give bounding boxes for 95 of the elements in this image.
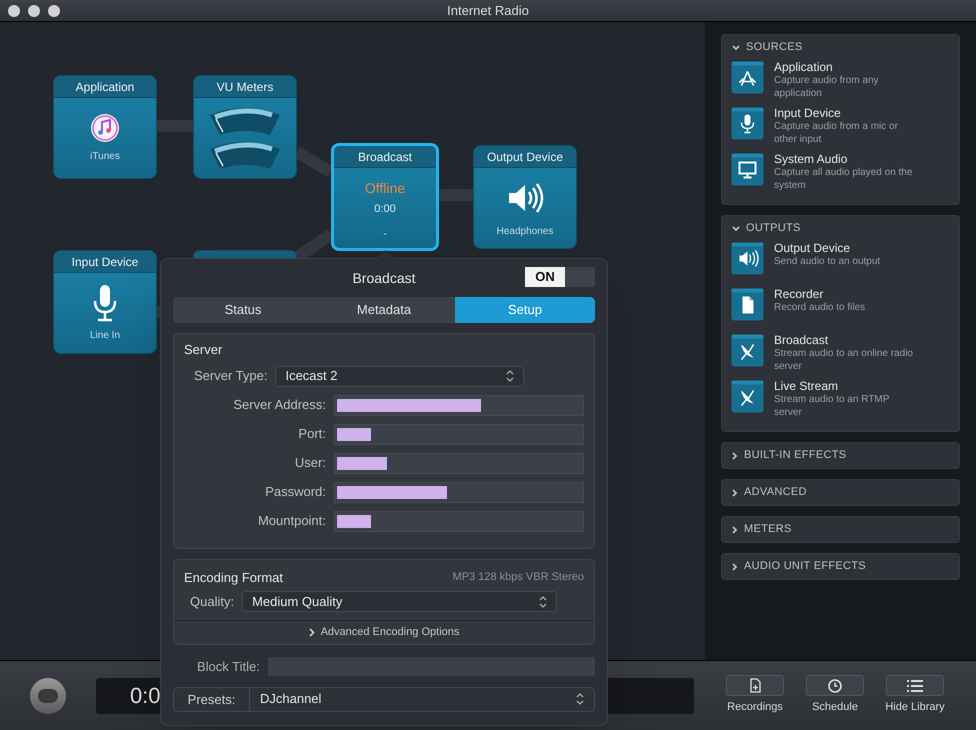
disclosure-link[interactable]: Advanced Encoding Options [320,624,460,641]
minimize-button[interactable] [28,4,40,16]
node-subtitle: Line In [90,328,120,342]
microphone-icon [731,107,764,140]
speaker-icon [731,242,764,275]
field-label: Quality: [190,592,234,611]
section-title[interactable]: SOURCES [746,39,802,56]
node-card[interactable]: Input Device Line In [53,250,157,354]
stepper-icon [576,693,584,705]
item-title: Application [774,60,834,74]
section-title[interactable]: OUTPUTS [746,220,801,237]
presets-dropdown[interactable]: Presets: DJchannel [173,686,595,712]
item-title: Recorder [774,287,824,301]
field-label: User: [294,454,326,472]
quality-dropdown[interactable]: Medium Quality [242,591,558,612]
toolbar-button[interactable] [806,675,864,696]
node-title: Broadcast [358,148,412,166]
node-subtitle: Headphones [496,224,554,238]
node-subtitle: iTunes [90,150,120,164]
input-field[interactable] [334,482,584,502]
chevron-right-icon [308,628,315,637]
item-title: Broadcast [774,333,830,347]
chevron-right-icon[interactable] [732,562,738,570]
section-title[interactable]: AUDIO UNIT EFFECTS [744,558,866,575]
node-card[interactable]: VU Meters [193,75,297,179]
button-label: Schedule [812,700,858,716]
section-heading: Server [184,341,224,359]
node-title: VU Meters [216,78,274,96]
power-toggle[interactable]: ON [525,267,595,287]
item-description: Capture audio from a mic or other input [774,120,899,146]
format-summary: MP3 128 kbps VBR Stereo [452,570,584,585]
item-title: System Audio [774,152,848,166]
item-description: Capture audio from any application [774,74,880,100]
status-text: Offline [364,179,406,198]
chevron-right-icon[interactable] [732,452,738,460]
library-item[interactable]: Output Device Send audio to an output [722,241,959,285]
chevron-down-icon[interactable] [732,226,740,232]
node-card[interactable]: Broadcast Offline 0:00 - [331,143,439,251]
document-icon [731,288,764,321]
chevron-right-icon[interactable] [732,488,738,496]
time-text: 0:00 [374,202,396,217]
item-description: Capture all audio played on the system [774,166,914,192]
time-readout: 0:0 [130,682,161,710]
input-field[interactable] [334,394,584,416]
section-heading: Encoding Format [184,568,283,587]
node-card[interactable]: Application iTunes [53,75,157,179]
chevron-right-icon[interactable] [732,526,738,534]
section-title[interactable]: BUILT-IN EFFECTS [744,447,846,464]
section-title[interactable]: ADVANCED [744,484,807,501]
detail-text: - [383,226,387,242]
input-field[interactable] [334,510,584,532]
input-field[interactable] [334,452,584,474]
record-button[interactable] [30,678,66,714]
server-type-dropdown[interactable]: Icecast 2 [275,366,524,386]
field-label: Mountpoint: [256,512,326,530]
item-description: Stream audio to an online radio server [774,347,914,373]
library-item[interactable]: Input Device Capture audio from a mic or other input [722,106,959,150]
zoom-button[interactable] [48,4,60,16]
field-label: Port: [297,425,326,444]
item-description: Stream audio to an RTMP server [774,393,890,419]
field-label: Server Address: [232,396,326,414]
stepper-icon [506,370,514,382]
stepper-icon [539,596,548,608]
node-title: Output Device [486,148,564,166]
popover-title: Broadcast [352,268,416,288]
item-description: Send audio to an output [774,255,882,268]
node-title: Input Device [72,254,138,270]
item-title: Output Device [774,241,852,255]
toolbar-button[interactable] [726,675,784,696]
button-label: Hide Library [885,700,945,716]
item-title: Live Stream [774,379,840,393]
field-label: Block Title: [197,658,260,676]
button-label: Recordings [727,700,783,716]
app-store-icon [731,61,764,94]
window-title: Internet Radio [447,2,529,20]
section-title[interactable]: METERS [744,521,792,538]
library-item[interactable]: Live Stream Stream audio to an RTMP server [722,379,959,423]
item-title: Input Device [774,106,842,120]
toolbar-button[interactable] [886,675,944,696]
field-label: Password: [264,483,326,502]
library-item[interactable]: Application Capture audio from any application [722,60,959,104]
field-label: Server Type: [194,367,268,386]
library-item[interactable]: System Audio Capture all audio played on the system [722,152,959,196]
input-field[interactable] [334,424,584,444]
music-note-icon [90,112,120,142]
library-item[interactable]: Broadcast Stream audio to an online radio server [722,333,959,377]
node-title: Application [76,78,134,96]
microphone-icon [92,284,118,322]
node-card[interactable]: Output Device Headphones [473,145,577,249]
chevron-down-icon[interactable] [732,44,740,50]
monitor-icon [731,153,764,186]
item-description: Record audio to files [774,301,866,314]
close-button[interactable] [8,4,20,16]
clock-icon [826,676,844,695]
library-item[interactable]: Recorder Record audio to files [722,287,959,331]
